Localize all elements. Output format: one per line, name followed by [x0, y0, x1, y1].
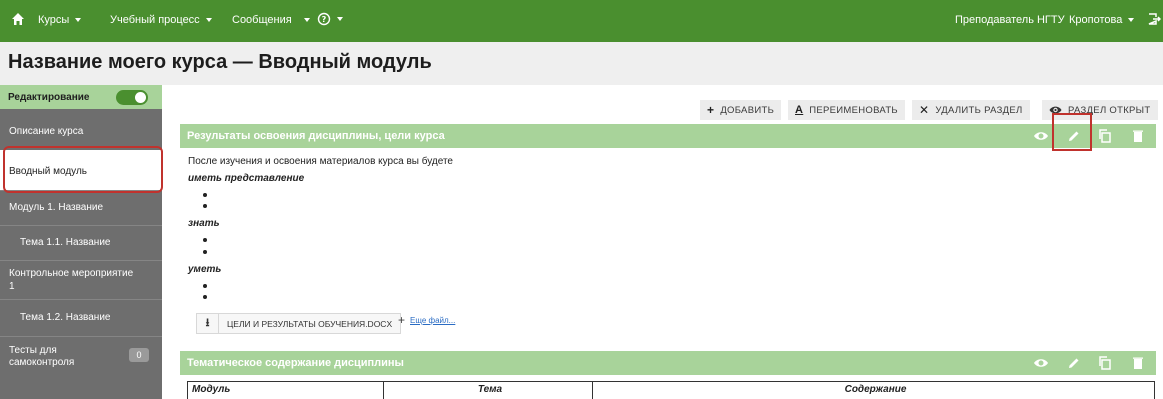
page-title: Название моего курса — Вводный модуль [8, 51, 432, 73]
close-icon: ✕ [919, 103, 930, 117]
sidebar: Редактирование Описание курса Вводный мо… [0, 85, 162, 399]
section-title: Тематическое содержание дисциплины [187, 357, 404, 369]
home-icon[interactable] [10, 11, 26, 27]
page-header: Название моего курса — Вводный модуль [0, 42, 1163, 85]
sidebar-item-topic-1-1[interactable]: Тема 1.1. Название [0, 226, 162, 260]
user-role: Преподаватель НГТУ [955, 14, 1065, 26]
list-bullet [203, 204, 207, 208]
table-column-header: Модуль [188, 382, 384, 399]
list-bullet [203, 295, 207, 299]
list-bullet [203, 193, 207, 197]
chevron-down-icon [1128, 18, 1135, 23]
eye-icon[interactable] [1033, 355, 1049, 371]
list-bullet [203, 250, 207, 254]
sidebar-item-label-line2: самоконтроля [9, 357, 75, 368]
list-bullet [203, 284, 207, 288]
svg-text:?: ? [322, 15, 327, 24]
outcome-heading-know: знать [188, 218, 220, 229]
download-icon: ⭳ [197, 313, 219, 334]
chevron-down-icon [337, 17, 343, 21]
nav-courses-menu[interactable]: Курсы [38, 14, 82, 26]
nav-learning-process-menu[interactable]: Учебный процесс [110, 14, 212, 26]
edit-button-highlight [1052, 113, 1092, 151]
sidebar-item-label-line2: 1 [9, 281, 15, 292]
top-navigation-bar: Курсы Учебный процесс Сообщения ? Препод… [0, 0, 1163, 42]
attached-file-button[interactable]: ⭳ ЦЕЛИ И РЕЗУЛЬТАТЫ ОБУЧЕНИЯ.DOCX [196, 313, 402, 334]
sidebar-item-course-description[interactable]: Описание курса [0, 110, 162, 150]
sidebar-item-label: Описание курса [9, 126, 84, 137]
nav-messages-menu[interactable]: Сообщения [232, 14, 310, 26]
sidebar-item-control-event-1[interactable]: Контрольное мероприятие 1 [0, 261, 162, 299]
nav-help-menu[interactable]: ? [317, 12, 343, 26]
trash-icon[interactable] [1130, 355, 1146, 371]
edit-mode-row: Редактирование [0, 85, 162, 109]
section-title: Результаты освоения дисциплины, цели кур… [187, 130, 445, 142]
sidebar-item-topic-1-2[interactable]: Тема 1.2. Название [0, 300, 162, 336]
edit-mode-label: Редактирование [8, 92, 90, 103]
chevron-down-icon [205, 18, 212, 23]
delete-section-label: УДАЛИТЬ РАЗДЕЛ [935, 104, 1023, 116]
sidebar-item-label: Контрольное мероприятие [9, 268, 134, 279]
section-header-content: Тематическое содержание дисциплины [180, 351, 1156, 375]
edit-mode-toggle[interactable] [116, 90, 148, 105]
attached-file-name: ЦЕЛИ И РЕЗУЛЬТАТЫ ОБУЧЕНИЯ.DOCX [227, 318, 393, 329]
add-more-files-link[interactable]: Еще файл... [410, 316, 455, 325]
count-badge: 0 [129, 348, 149, 362]
user-menu[interactable]: Кропотова [1069, 14, 1135, 26]
sidebar-item-self-tests[interactable]: Тесты для самоконтроля 0 [0, 337, 162, 375]
sidebar-item-label: Модуль 1. Название [9, 202, 104, 213]
chevron-down-icon [75, 18, 82, 23]
section-intro-text: После изучения и освоения материалов кур… [188, 156, 453, 167]
logout-icon[interactable] [1147, 12, 1161, 26]
chevron-down-icon [303, 18, 310, 23]
section-header-results: Результаты освоения дисциплины, цели кур… [180, 124, 1156, 148]
plus-icon: + [707, 103, 715, 117]
edit-pencil-icon[interactable] [1066, 355, 1082, 371]
sidebar-item-label: Тема 1.1. Название [20, 237, 111, 248]
add-button-label: ДОБАВИТЬ [720, 104, 775, 116]
trash-icon[interactable] [1130, 128, 1146, 144]
plus-icon[interactable]: + [398, 313, 405, 327]
outcome-heading-represent: иметь представление [188, 173, 305, 184]
table-column-header: Содержание [844, 384, 907, 395]
rename-button-label: ПЕРЕИМЕНОВАТЬ [809, 104, 898, 116]
rename-button[interactable]: A ПЕРЕИМЕНОВАТЬ [788, 100, 905, 120]
copy-icon[interactable] [1097, 355, 1113, 371]
outcome-heading-can: уметь [188, 264, 222, 275]
content-table-header: Модуль Тема Содержание [187, 381, 1155, 399]
add-button[interactable]: + ДОБАВИТЬ [700, 100, 782, 120]
help-icon: ? [317, 12, 331, 26]
sidebar-item-label: Тема 1.2. Название [20, 312, 111, 323]
delete-section-button[interactable]: ✕ УДАЛИТЬ РАЗДЕЛ [912, 100, 1030, 120]
copy-icon[interactable] [1097, 128, 1113, 144]
active-item-highlight [3, 146, 163, 193]
toggle-knob [135, 92, 146, 103]
list-bullet [203, 238, 207, 242]
table-column-header: Тема [384, 382, 593, 399]
rename-icon: A [795, 104, 804, 116]
sidebar-item-module-1[interactable]: Модуль 1. Название [0, 191, 162, 225]
eye-icon[interactable] [1033, 128, 1049, 144]
